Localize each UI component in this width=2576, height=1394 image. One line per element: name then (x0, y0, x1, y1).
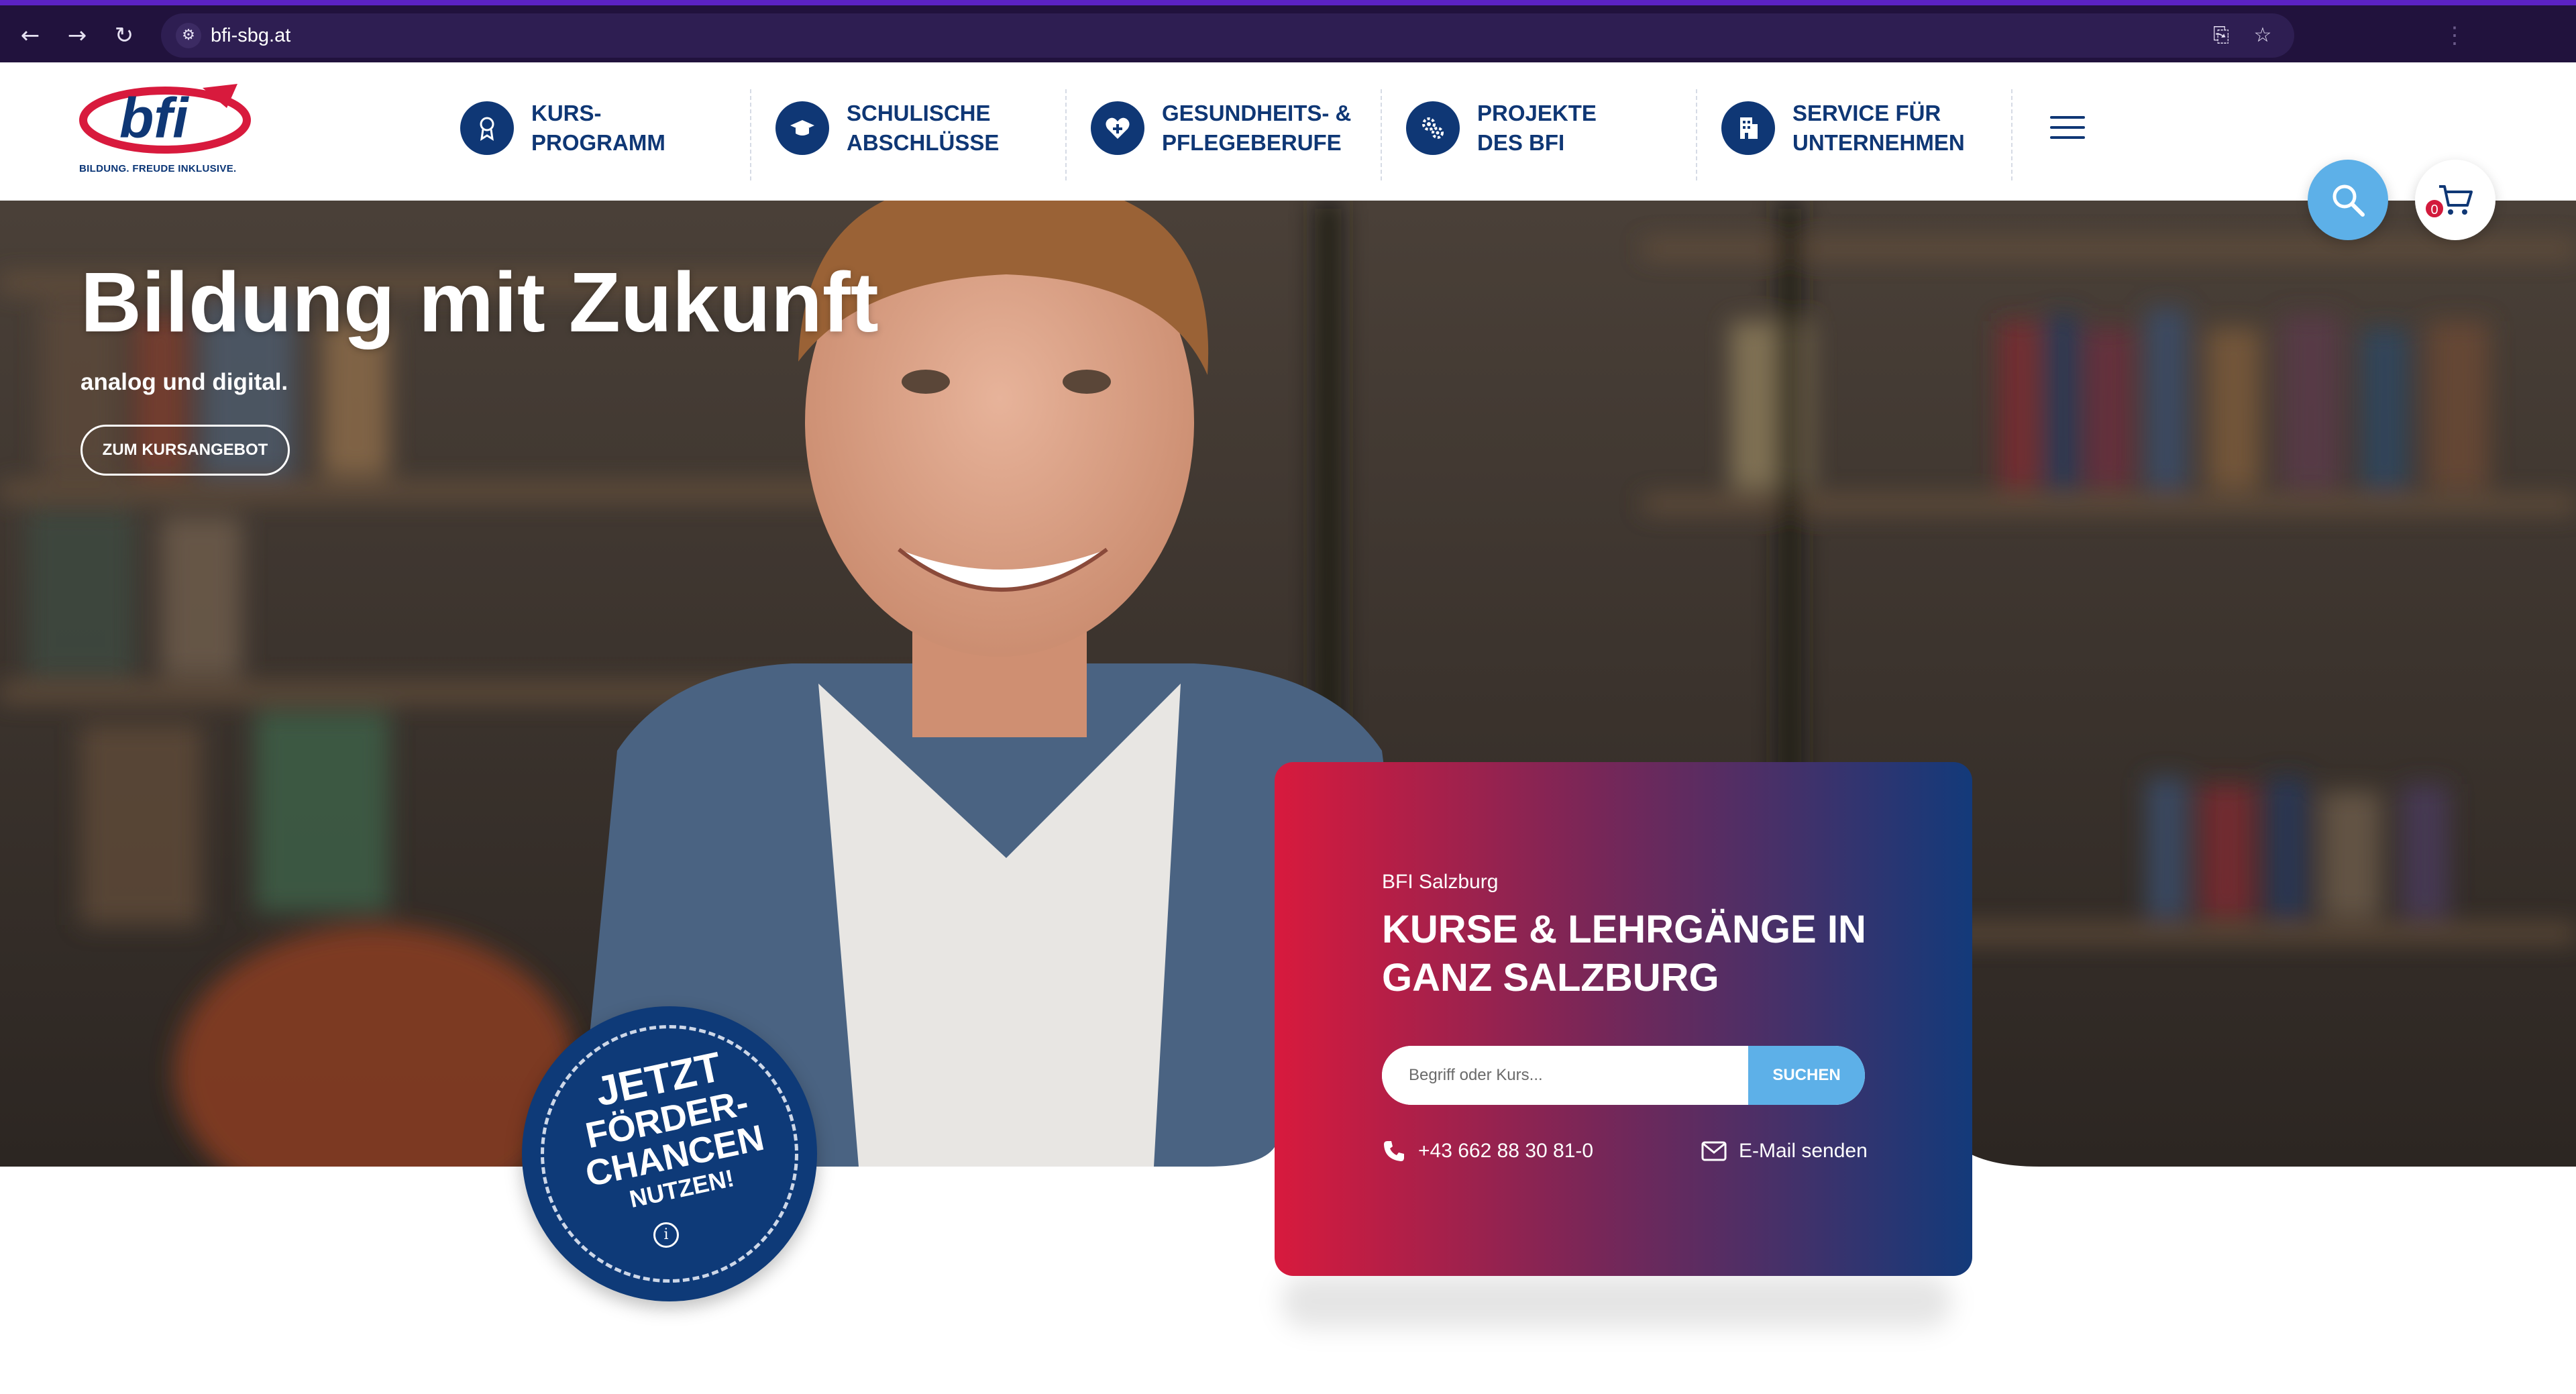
card-kicker: BFI Salzburg (1382, 871, 1499, 893)
mail-icon (1701, 1141, 1727, 1161)
card-shadow (1281, 1275, 1952, 1328)
site-settings-icon[interactable]: ⚙ (176, 23, 201, 48)
install-app-icon[interactable]: ⎘ (2208, 23, 2234, 48)
address-bar[interactable]: ⚙ bfi-sbg.at ⎘ ☆ (161, 13, 2294, 58)
award-icon (460, 101, 514, 155)
graduation-cap-icon (775, 101, 829, 155)
nav-divider (1381, 89, 1382, 180)
foerderchancen-badge[interactable]: JETZT FÖRDER- CHANCEN NUTZEN! i (522, 1006, 817, 1301)
cart-button[interactable]: 0 (2415, 160, 2496, 240)
email-link[interactable]: E-Mail senden (1701, 1138, 1868, 1165)
browser-toolbar: ← → ↻ ⚙ bfi-sbg.at ⎘ ☆ ⋮ (0, 0, 2576, 62)
nav-kursprogramm[interactable]: KURS- PROGRAMM (460, 89, 775, 167)
menu-dots-icon[interactable]: ⋮ (2443, 20, 2466, 51)
course-search-input[interactable] (1382, 1046, 1748, 1105)
email-label: E-Mail senden (1739, 1140, 1868, 1162)
heart-plus-icon (1091, 101, 1144, 155)
nav-label: SERVICE FÜR UNTERNEHMEN (1792, 101, 1965, 155)
nav-label: PROJEKTE DES BFI (1477, 101, 1597, 155)
nav-divider (1696, 89, 1697, 180)
logo-wordmark: bfi (119, 87, 189, 150)
cart-count-badge: 0 (2424, 199, 2445, 219)
nav-gesundheitsberufe[interactable]: GESUNDHEITS- & PFLEGEBERUFE (1091, 89, 1406, 167)
url-text: bfi-sbg.at (211, 25, 291, 46)
bookmark-star-icon[interactable]: ☆ (2250, 23, 2275, 48)
logo-tagline: BILDUNG. FREUDE INKLUSIVE. (79, 163, 237, 174)
nav-label: SCHULISCHE ABSCHLÜSSE (847, 101, 1000, 155)
nav-label: GESUNDHEITS- & PFLEGEBERUFE (1162, 101, 1352, 155)
search-submit-button[interactable]: SUCHEN (1748, 1046, 1865, 1105)
site-header: bfi BILDUNG. FREUDE INKLUSIVE. KURS- PRO… (0, 62, 2576, 201)
card-title: KURSE & LEHRGÄNGE IN GANZ SALZBURG (1382, 908, 1866, 1000)
back-icon[interactable]: ← (15, 20, 46, 51)
phone-icon (1384, 1141, 1404, 1161)
nav-label: KURS- PROGRAMM (531, 101, 665, 155)
forward-icon[interactable]: → (62, 20, 93, 51)
kursangebot-button[interactable]: ZUM KURSANGEBOT (80, 425, 290, 476)
gears-icon (1406, 101, 1460, 155)
hero-headline: Bildung mit Zukunft (80, 255, 879, 350)
course-search-card: BFI Salzburg KURSE & LEHRGÄNGE IN GANZ S… (1275, 762, 1972, 1276)
nav-schulische-abschluesse[interactable]: SCHULISCHE ABSCHLÜSSE (775, 89, 1091, 167)
nav-divider (1065, 89, 1067, 180)
bfi-logo[interactable]: bfi BILDUNG. FREUDE INKLUSIVE. (78, 81, 259, 182)
nav-divider (750, 89, 751, 180)
nav-divider (2011, 89, 2012, 180)
search-fab-button[interactable] (2308, 160, 2388, 240)
reload-icon[interactable]: ↻ (109, 20, 140, 51)
search-icon (2332, 184, 2365, 217)
building-icon (1721, 101, 1775, 155)
info-icon[interactable]: i (653, 1222, 679, 1248)
hero-subline: analog und digital. (80, 369, 288, 395)
phone-link[interactable]: +43 662 88 30 81-0 (1382, 1138, 1593, 1165)
nav-service-unternehmen[interactable]: SERVICE FÜR UNTERNEHMEN (1721, 89, 2037, 167)
phone-number: +43 662 88 30 81-0 (1418, 1140, 1594, 1162)
hamburger-menu-icon[interactable] (2050, 116, 2085, 143)
course-search-form: SUCHEN (1382, 1046, 1865, 1105)
nav-projekte[interactable]: PROJEKTE DES BFI (1406, 89, 1721, 167)
